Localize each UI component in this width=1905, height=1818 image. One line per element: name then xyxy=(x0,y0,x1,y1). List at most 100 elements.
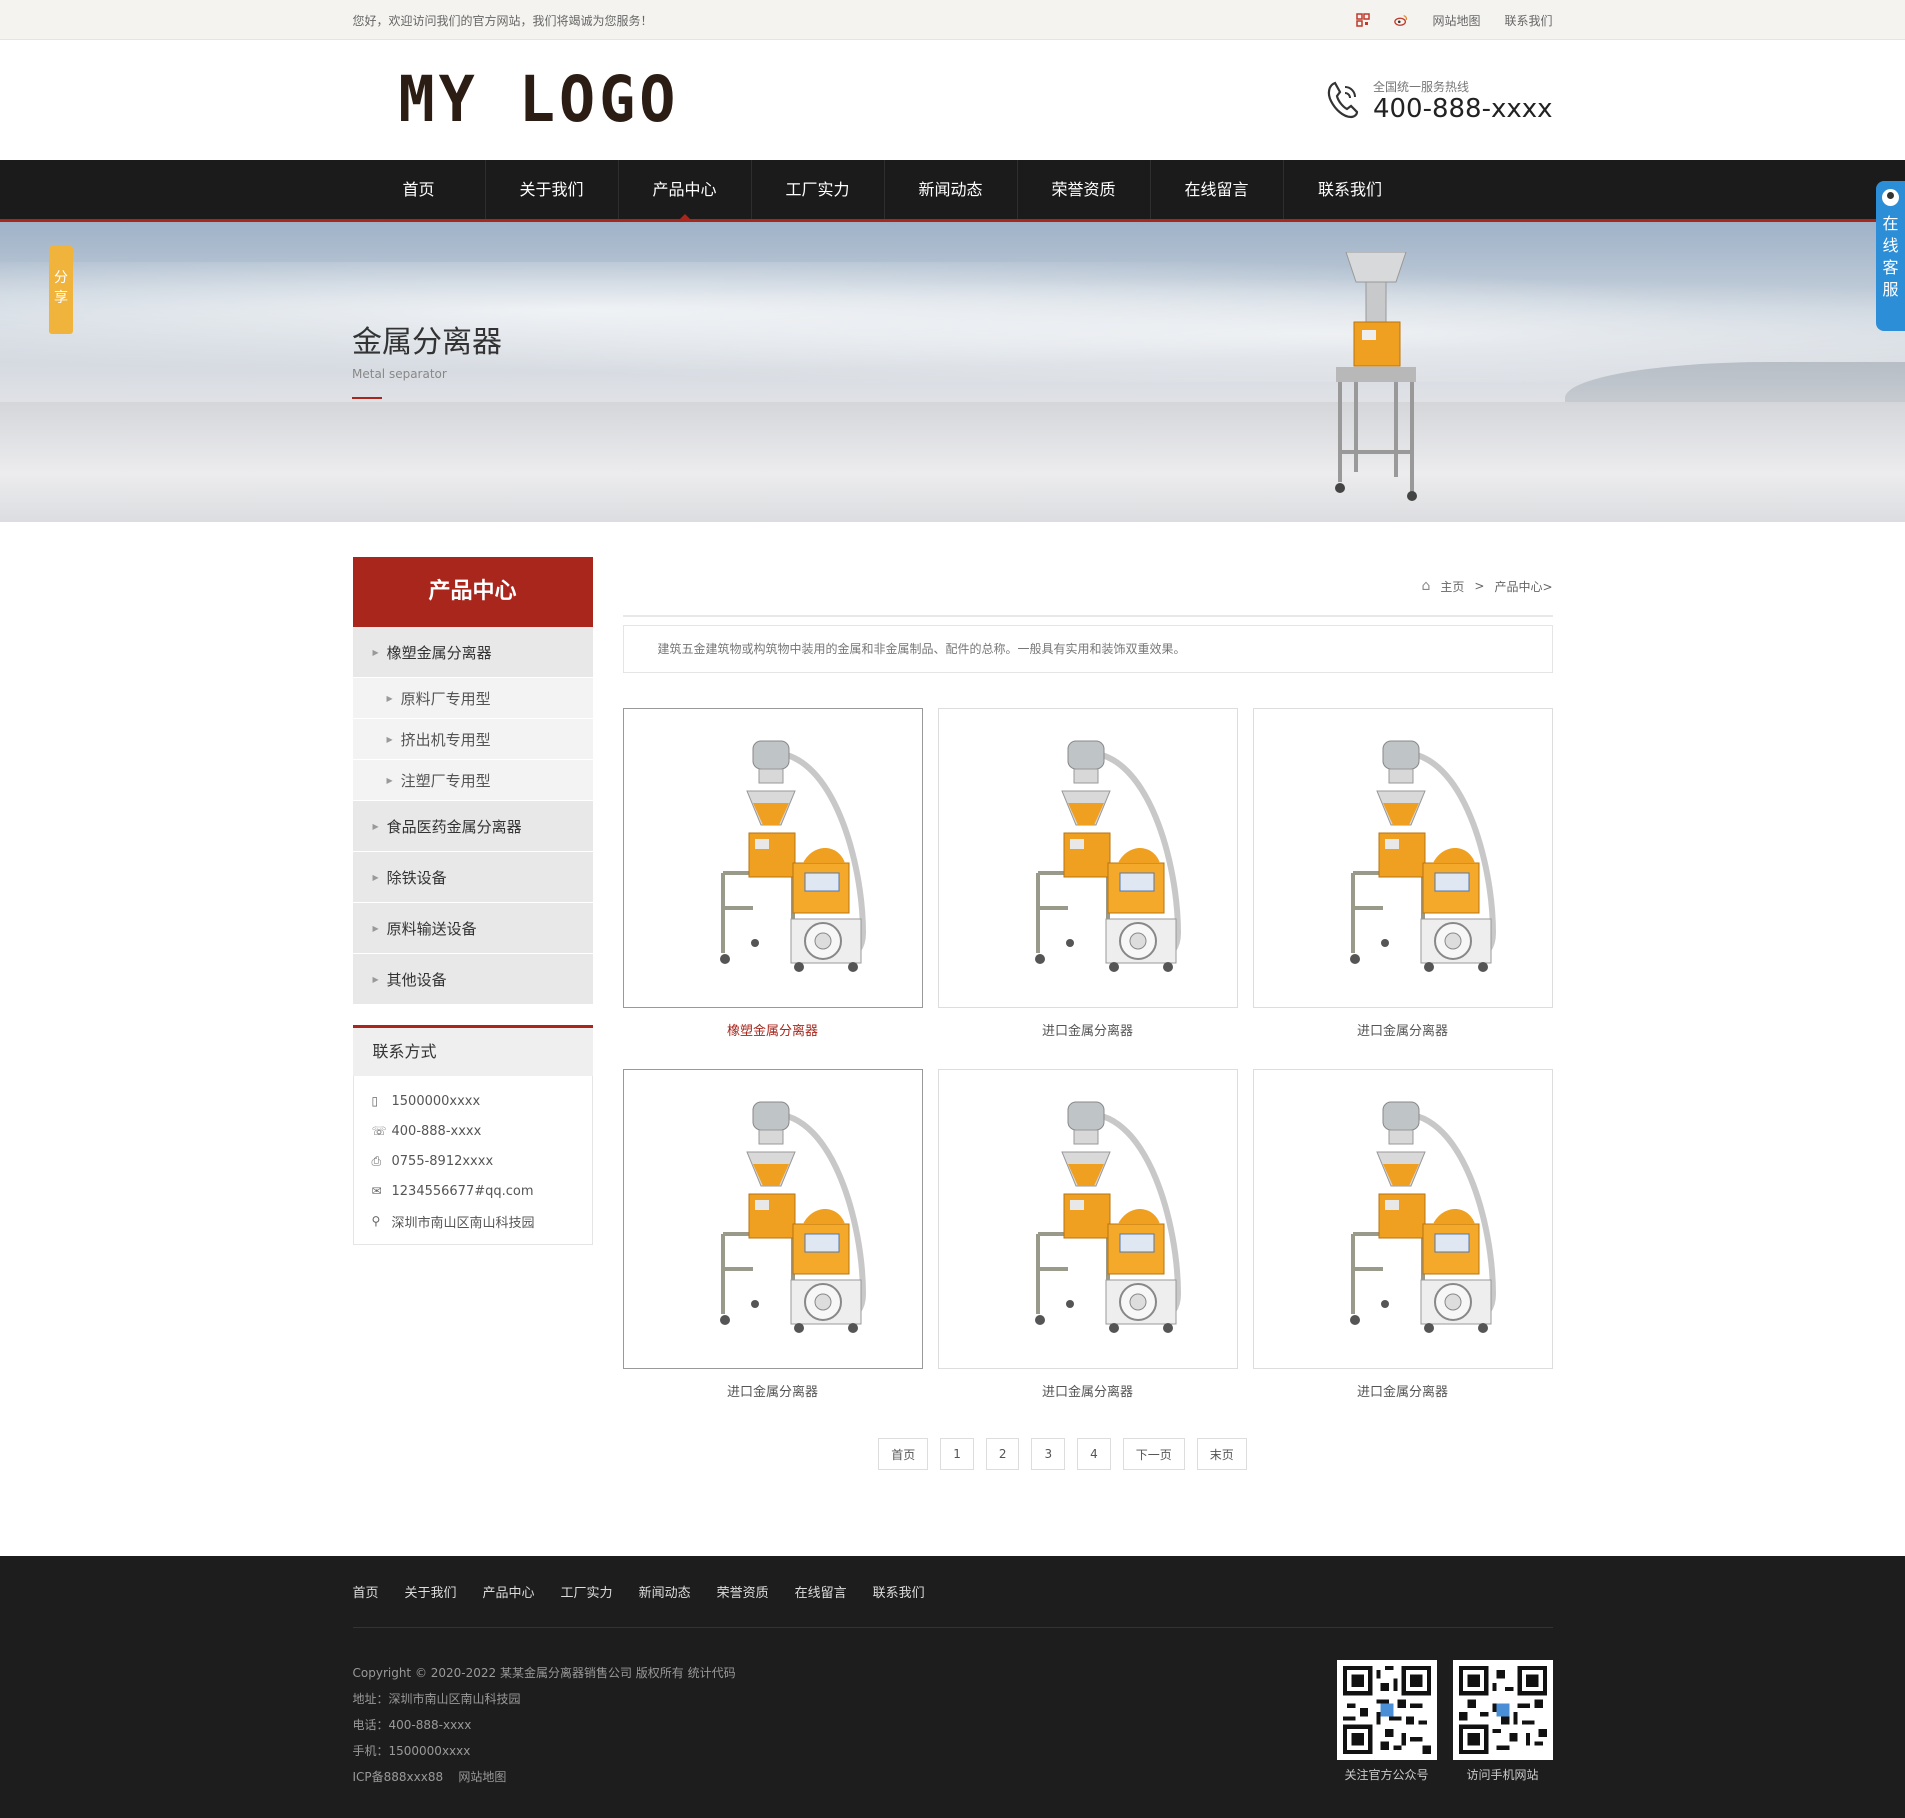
nav-home[interactable]: 首页 xyxy=(353,160,486,219)
sidebar-item-iron-removal[interactable]: ▶ 除铁设备 xyxy=(352,852,593,903)
sidebar-item-other[interactable]: ▶ 其他设备 xyxy=(352,954,593,1005)
product-card[interactable]: 进口金属分离器 xyxy=(937,708,1238,1039)
footer-sitemap[interactable]: 网站地图 xyxy=(458,1770,506,1784)
nav-message[interactable]: 在线留言 xyxy=(1151,160,1284,219)
qrcode-icon[interactable] xyxy=(1356,13,1371,27)
product-name[interactable]: 进口金属分离器 xyxy=(938,1381,1238,1400)
sidebar-item-rubber-plastic[interactable]: ▶ 橡塑金属分离器 xyxy=(352,627,593,678)
banner-machine-image xyxy=(1335,252,1417,501)
product-name[interactable]: 橡塑金属分离器 xyxy=(623,1020,923,1039)
product-card[interactable]: 进口金属分离器 xyxy=(1252,708,1553,1039)
nav-products[interactable]: 产品中心 xyxy=(619,160,752,219)
product-grid: 橡塑金属分离器 进口金属分离器 进口金属分离器 进口金属分离器 进口金属分离器 … xyxy=(622,708,1553,1400)
breadcrumb-separator: > xyxy=(1474,579,1485,593)
sidebar-subitem-extruder[interactable]: ▶ 挤出机专用型 xyxy=(352,719,593,760)
sidebar-item-food-medicine[interactable]: ▶ 食品医药金属分离器 xyxy=(352,801,593,852)
contact-phone: 400-888-xxxx xyxy=(391,1123,482,1139)
product-image[interactable] xyxy=(937,1069,1238,1369)
qrcode-image xyxy=(1452,1660,1553,1760)
product-name[interactable]: 进口金属分离器 xyxy=(623,1381,923,1400)
footer-nav-factory[interactable]: 工厂实力 xyxy=(561,1582,613,1601)
footer-nav-home[interactable]: 首页 xyxy=(353,1582,379,1601)
page-first[interactable]: 首页 xyxy=(878,1438,929,1470)
footer-nav-honors[interactable]: 荣誉资质 xyxy=(717,1582,769,1601)
header: MY LOGO 全国统一服务热线 400-888-xxxx xyxy=(0,40,1905,160)
page-4[interactable]: 4 xyxy=(1077,1438,1111,1470)
footer-nav-about[interactable]: 关于我们 xyxy=(405,1582,457,1601)
fax-icon: ⎙ xyxy=(371,1153,382,1168)
contact-fax: 0755-8912xxxx xyxy=(391,1153,494,1169)
breadcrumb-home[interactable]: 主页 xyxy=(1440,578,1464,595)
product-name[interactable]: 进口金属分离器 xyxy=(1253,1381,1553,1400)
page-next[interactable]: 下一页 xyxy=(1122,1438,1185,1470)
sidebar-subitem-raw-material[interactable]: ▶ 原料厂专用型 xyxy=(352,678,593,719)
pagination: 首页 1 2 3 4 下一页 末页 xyxy=(623,1438,1553,1470)
banner-title: 金属分离器 xyxy=(352,325,502,360)
product-card[interactable]: 橡塑金属分离器 xyxy=(622,708,923,1039)
category-description: 建筑五金建筑物或构筑物中装用的金属和非金属制品、配件的总称。一般具有实用和装饰双… xyxy=(622,625,1553,673)
footer-phone: 电话：400-888-xxxx xyxy=(352,1718,472,1732)
product-name[interactable]: 进口金属分离器 xyxy=(938,1020,1238,1039)
banner-divider xyxy=(352,397,382,399)
qrcode-image xyxy=(1336,1660,1437,1760)
banner-subtitle: Metal separator xyxy=(352,367,447,381)
page-1[interactable]: 1 xyxy=(940,1438,974,1470)
footer: 首页 关于我们 产品中心 工厂实力 新闻动态 荣誉资质 在线留言 联系我们 Co… xyxy=(0,1556,1905,1818)
product-image[interactable] xyxy=(622,708,923,1008)
footer-nav: 首页 关于我们 产品中心 工厂实力 新闻动态 荣誉资质 在线留言 联系我们 xyxy=(352,1556,1553,1628)
page-last[interactable]: 末页 xyxy=(1196,1438,1247,1470)
sidebar-item-conveying[interactable]: ▶ 原料输送设备 xyxy=(352,903,593,954)
footer-nav-products[interactable]: 产品中心 xyxy=(483,1582,535,1601)
home-icon[interactable]: ⌂ xyxy=(1421,578,1430,594)
footer-qrcodes: 关注官方公众号 访问手机网站 xyxy=(1336,1660,1553,1783)
qr-official-account: 关注官方公众号 xyxy=(1336,1660,1437,1783)
nav-about[interactable]: 关于我们 xyxy=(486,160,619,219)
contact-address: 深圳市南山区南山科技园 xyxy=(391,1215,535,1231)
caret-right-icon: ▶ xyxy=(372,923,379,933)
service-avatar-icon xyxy=(1882,189,1899,206)
product-image[interactable] xyxy=(1252,708,1553,1008)
caret-right-icon: ▶ xyxy=(372,647,379,657)
main-content: 产品中心 ▶ 橡塑金属分离器 ▶ 原料厂专用型 ▶ 挤出机专用型 ▶ 注塑厂专用型 ▶ 食… xyxy=(352,557,1553,1470)
page-2[interactable]: 2 xyxy=(985,1438,1020,1470)
product-card[interactable]: 进口金属分离器 xyxy=(622,1069,923,1400)
page-3[interactable]: 3 xyxy=(1031,1438,1066,1470)
weibo-icon[interactable] xyxy=(1394,13,1408,27)
nav-news[interactable]: 新闻动态 xyxy=(885,160,1018,219)
sidebar-subitem-injection[interactable]: ▶ 注塑厂专用型 xyxy=(352,760,593,801)
site-logo[interactable]: MY LOGO xyxy=(399,63,680,137)
footer-copyright: Copyright © 2020-2022 某某金属分离器销售公司 版权所有 统… xyxy=(352,1666,736,1680)
hotline: 全国统一服务热线 400-888-xxxx xyxy=(1325,78,1553,123)
contact-link[interactable]: 联系我们 xyxy=(1504,12,1552,29)
footer-nav-message[interactable]: 在线留言 xyxy=(795,1582,847,1601)
nav-factory[interactable]: 工厂实力 xyxy=(752,160,885,219)
caret-right-icon: ▶ xyxy=(372,821,379,831)
footer-nav-news[interactable]: 新闻动态 xyxy=(639,1582,691,1601)
online-service-tab[interactable]: 在线客服 xyxy=(1876,181,1905,331)
caret-right-icon: ▶ xyxy=(372,872,379,882)
product-image[interactable] xyxy=(1252,1069,1553,1369)
phone-icon: ☏ xyxy=(371,1124,387,1138)
footer-icp[interactable]: ICP备888xxx88 xyxy=(353,1770,444,1784)
product-card[interactable]: 进口金属分离器 xyxy=(937,1069,1238,1400)
nav-contact[interactable]: 联系我们 xyxy=(1284,160,1417,219)
footer-nav-contact[interactable]: 联系我们 xyxy=(873,1582,925,1601)
caret-right-icon: ▶ xyxy=(386,775,393,785)
product-card[interactable]: 进口金属分离器 xyxy=(1252,1069,1553,1400)
product-image[interactable] xyxy=(937,708,1238,1008)
email-icon: ✉ xyxy=(371,1184,382,1198)
contact-title: 联系方式 xyxy=(352,1028,593,1076)
breadcrumb-current[interactable]: 产品中心> xyxy=(1494,578,1552,595)
nav-honors[interactable]: 荣誉资质 xyxy=(1018,160,1151,219)
breadcrumb: ⌂ 主页 > 产品中心> xyxy=(622,557,1553,617)
share-tab[interactable]: 分享 xyxy=(49,246,73,334)
phone-icon xyxy=(1327,81,1359,119)
product-image[interactable] xyxy=(622,1069,923,1369)
sitemap-link[interactable]: 网站地图 xyxy=(1432,12,1480,29)
product-name[interactable]: 进口金属分离器 xyxy=(1253,1020,1553,1039)
caret-right-icon: ▶ xyxy=(386,693,393,703)
footer-mobile: 手机：1500000xxxx xyxy=(352,1744,471,1758)
qr-mobile-site: 访问手机网站 xyxy=(1452,1660,1553,1783)
page-banner: 金属分离器 Metal separator xyxy=(0,222,1905,522)
main-nav: 首页 关于我们 产品中心 工厂实力 新闻动态 荣誉资质 在线留言 联系我们 xyxy=(0,160,1905,222)
